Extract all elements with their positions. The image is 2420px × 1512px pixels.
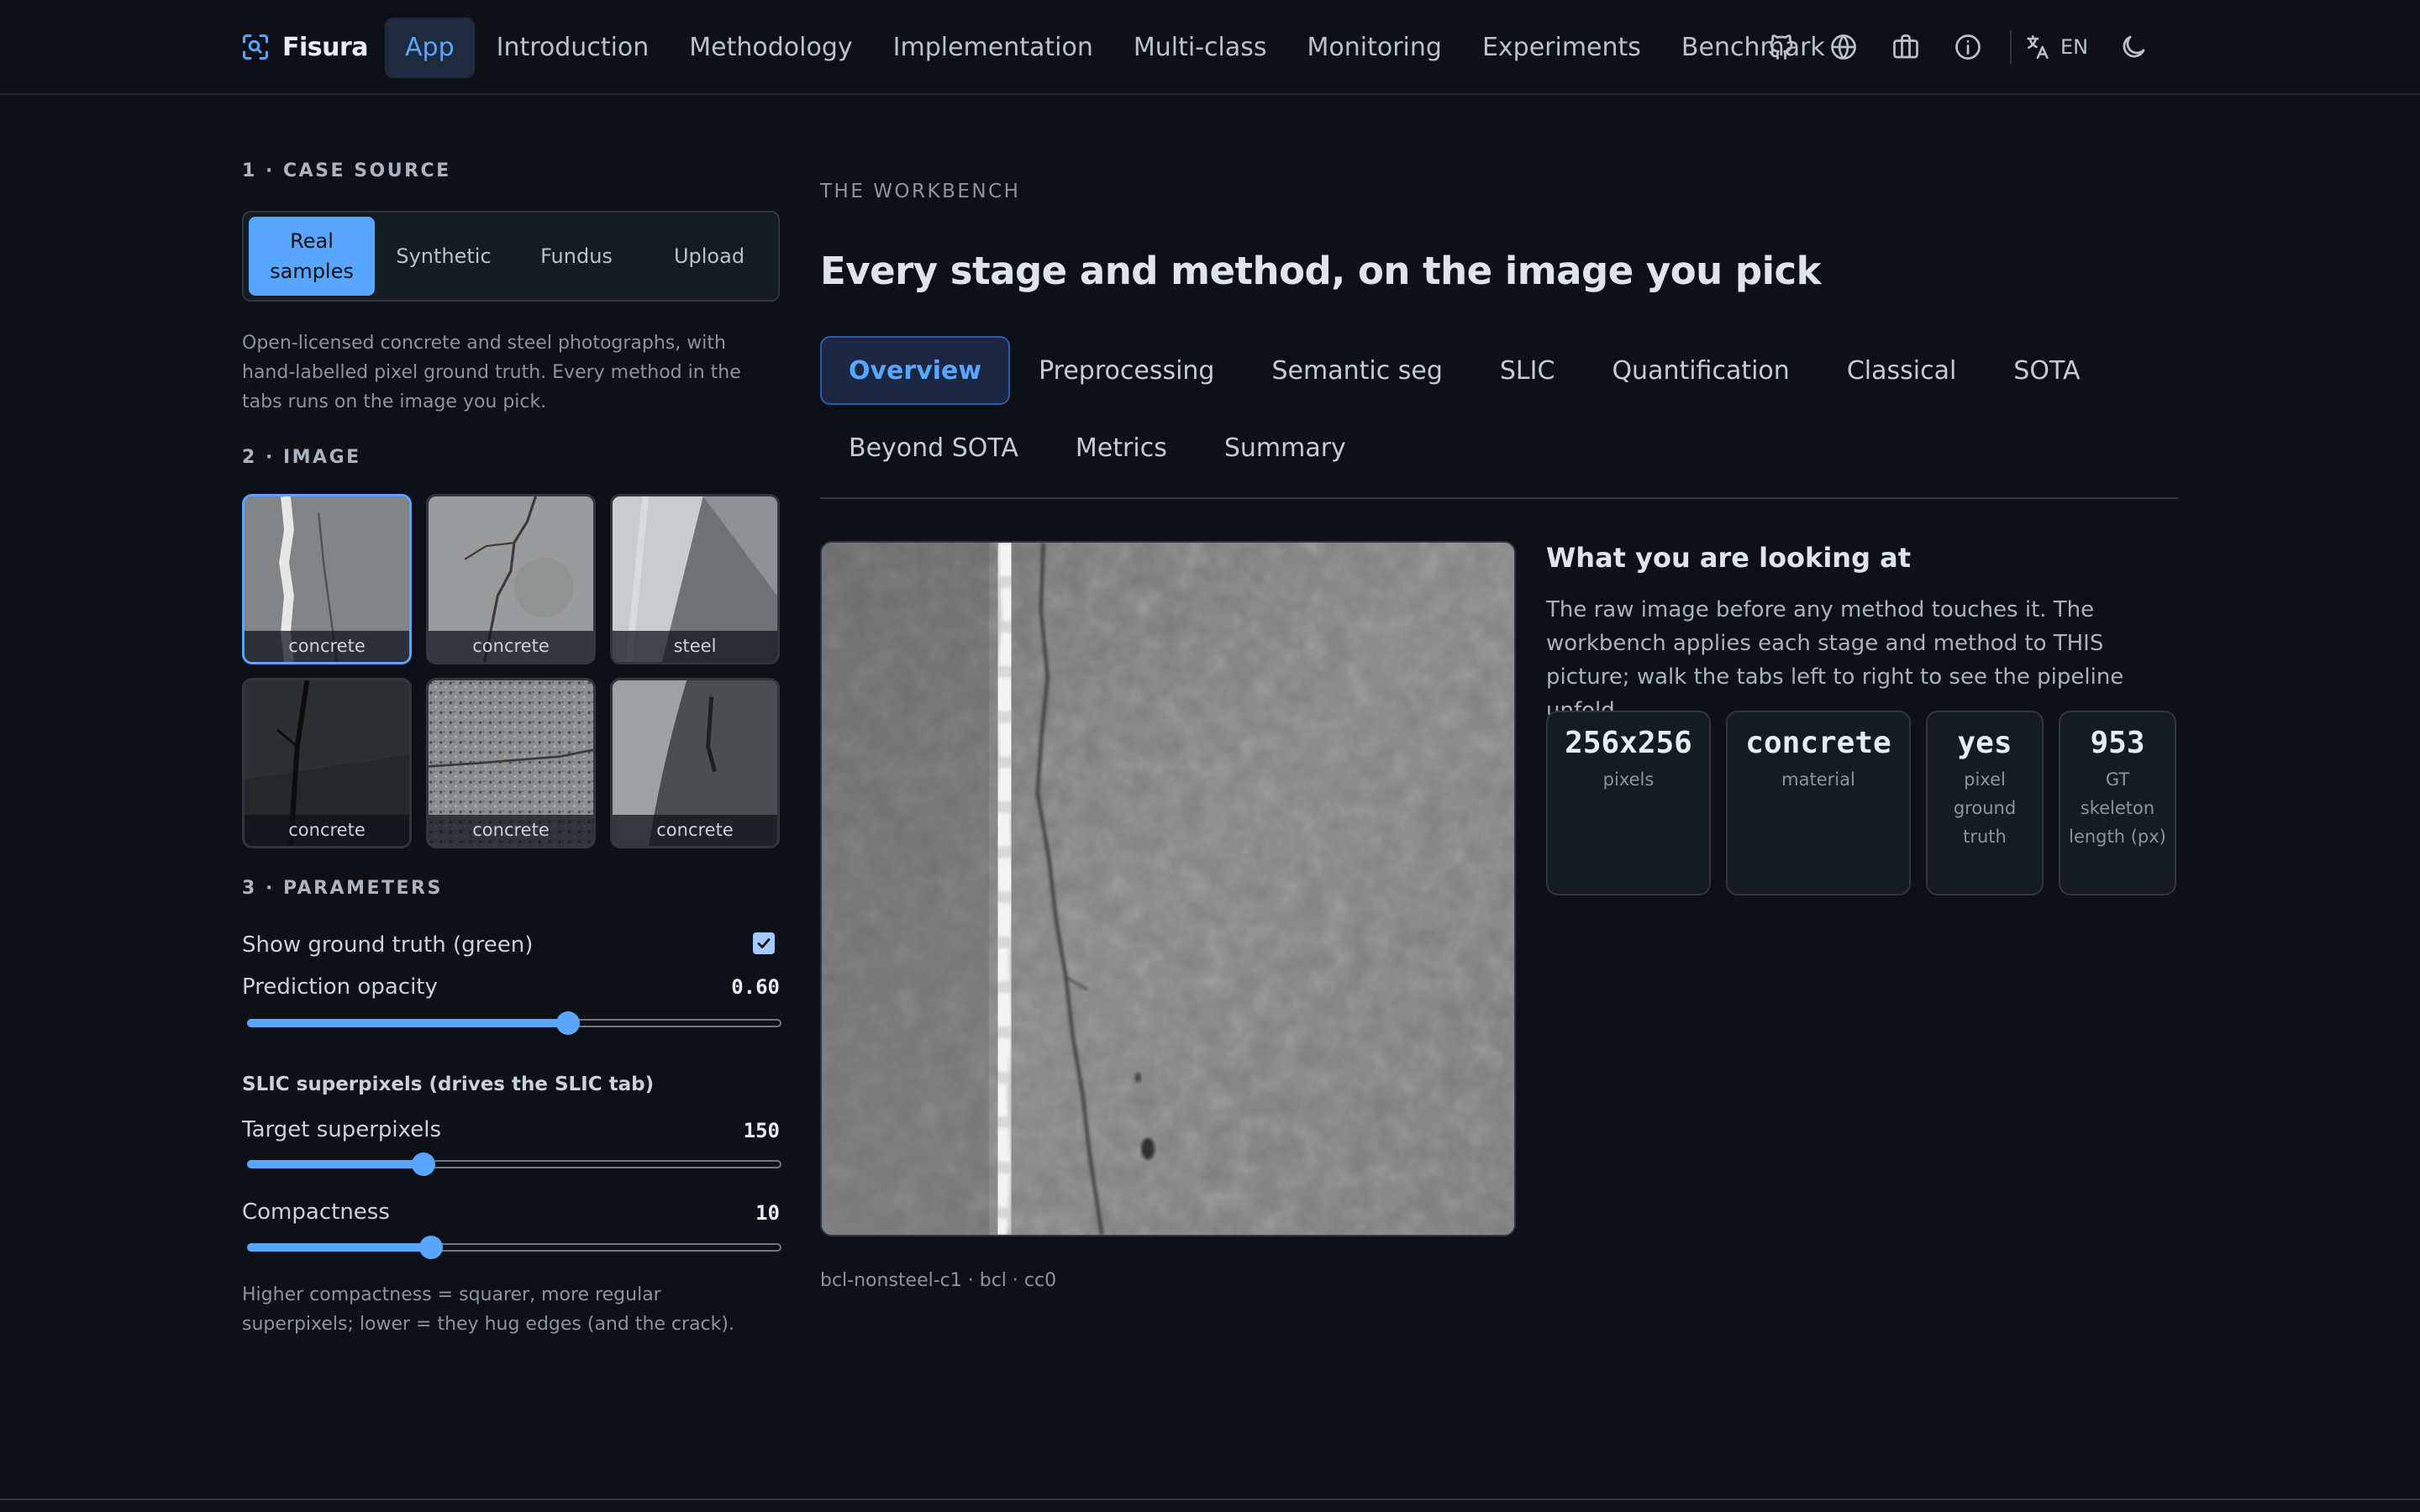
- stat-label: pixels: [1602, 769, 1655, 790]
- image-caption: bcl-nonsteel-c1 · bcl · cc0: [820, 1270, 1057, 1291]
- nav-implementation[interactable]: Implementation: [873, 18, 1113, 78]
- scan-icon: [243, 34, 268, 60]
- top-navbar: Fisura App Introduction Methodology Impl…: [0, 0, 2420, 95]
- nav-icon-group: EN: [1760, 25, 2174, 69]
- compactness-slider[interactable]: [247, 1235, 781, 1260]
- slic-section-title: SLIC superpixels (drives the SLIC tab): [242, 1074, 655, 1095]
- thumbnail-label: concrete: [429, 815, 593, 846]
- github-icon[interactable]: [1760, 25, 1803, 69]
- translate-icon: [2027, 34, 2049, 60]
- stat-card-ground-truth: yes pixel ground truth: [1926, 711, 2044, 895]
- case-source-real-samples[interactable]: Real samples: [249, 217, 375, 296]
- tab-summary[interactable]: Summary: [1196, 413, 1375, 482]
- thumbnail-label: concrete: [429, 631, 593, 662]
- info-description: The raw image before any method touches …: [1546, 597, 2124, 723]
- slider-handle[interactable]: [555, 1011, 580, 1035]
- nav-app[interactable]: App: [385, 18, 475, 78]
- method-tabs: Overview Preprocessing Semantic seg SLIC…: [820, 336, 2178, 491]
- case-source-description: Open-licensed concrete and steel photogr…: [242, 333, 741, 412]
- stat-card-skeleton-length: 953 GT skeleton length (px): [2059, 711, 2176, 895]
- tab-sota[interactable]: SOTA: [1985, 336, 2108, 405]
- stat-label: material: [1781, 769, 1855, 790]
- language-switcher[interactable]: EN: [2023, 33, 2088, 61]
- target-superpixels-label: Target superpixels: [242, 1117, 441, 1142]
- nav-monitoring[interactable]: Monitoring: [1287, 18, 1462, 78]
- crack-image: [822, 543, 1514, 1235]
- case-source-title: 1 · CASE SOURCE: [242, 160, 451, 181]
- nav-multi-class[interactable]: Multi-class: [1113, 18, 1287, 78]
- compactness-label: Compactness: [242, 1200, 390, 1225]
- stat-value: 953: [2090, 726, 2145, 760]
- tab-classical[interactable]: Classical: [1818, 336, 1985, 405]
- tab-overview[interactable]: Overview: [820, 336, 1011, 405]
- slider-fill: [247, 1243, 432, 1252]
- tab-slic[interactable]: SLIC: [1471, 336, 1584, 405]
- nav-introduction[interactable]: Introduction: [476, 18, 670, 78]
- image-stats: 256x256 pixels concrete material yes pix…: [1546, 711, 2176, 895]
- section-eyebrow: THE WORKBENCH: [820, 181, 1021, 202]
- image-thumbnail-grid: concrete concrete steel concrete concret…: [242, 494, 780, 848]
- thumbnail-concrete-3[interactable]: concrete: [242, 678, 412, 848]
- thumbnail-label: concrete: [245, 631, 409, 662]
- prediction-opacity-value: 0.60: [731, 975, 780, 999]
- show-ground-truth-label: Show ground truth (green): [242, 932, 534, 958]
- stat-card-material: concrete material: [1726, 711, 1911, 895]
- stat-card-pixels: 256x256 pixels: [1546, 711, 1711, 895]
- tab-beyond-sota[interactable]: Beyond SOTA: [820, 413, 1047, 482]
- moon-icon[interactable]: [2112, 25, 2155, 69]
- tab-preprocessing[interactable]: Preprocessing: [1010, 336, 1243, 405]
- parameters-title: 3 · PARAMETERS: [242, 878, 443, 899]
- footer-divider: [0, 1499, 2420, 1500]
- briefcase-icon[interactable]: [1884, 25, 1928, 69]
- slider-handle[interactable]: [411, 1152, 435, 1176]
- main-nav: App Introduction Methodology Implementat…: [385, 18, 1845, 78]
- info-icon[interactable]: [1946, 25, 1990, 69]
- nav-separator: [2010, 30, 2012, 64]
- slider-fill: [247, 1019, 568, 1027]
- thumbnail-label: concrete: [613, 815, 777, 846]
- thumbnail-concrete-1[interactable]: concrete: [242, 494, 412, 664]
- stat-value: concrete: [1745, 726, 1891, 760]
- page-title: Every stage and method, on the image you…: [820, 249, 1822, 293]
- target-superpixels-slider[interactable]: [247, 1152, 781, 1177]
- stat-label: pixel ground truth: [1953, 769, 2017, 847]
- globe-icon[interactable]: [1822, 25, 1865, 69]
- thumbnail-steel[interactable]: steel: [610, 494, 780, 664]
- compactness-value: 10: [755, 1201, 780, 1225]
- thumbnail-concrete-4[interactable]: concrete: [426, 678, 596, 848]
- case-source-upload[interactable]: Upload: [645, 217, 773, 296]
- target-superpixels-value: 150: [743, 1119, 780, 1142]
- prediction-opacity-label: Prediction opacity: [242, 974, 438, 1000]
- case-source-synthetic[interactable]: Synthetic: [380, 217, 508, 296]
- nav-methodology[interactable]: Methodology: [669, 18, 872, 78]
- stat-label: GT skeleton length (px): [2069, 769, 2166, 847]
- thumbnail-concrete-2[interactable]: concrete: [426, 494, 596, 664]
- info-title: What you are looking at: [1546, 542, 1911, 574]
- case-source-fundus[interactable]: Fundus: [513, 217, 640, 296]
- stat-value: yes: [1957, 726, 2012, 760]
- slider-handle[interactable]: [419, 1236, 444, 1259]
- checkmark-icon: [757, 938, 771, 948]
- tab-metrics[interactable]: Metrics: [1047, 413, 1196, 482]
- show-ground-truth-checkbox[interactable]: [753, 932, 775, 954]
- thumbnail-concrete-5[interactable]: concrete: [610, 678, 780, 848]
- language-label: EN: [2060, 35, 2089, 59]
- tabs-divider: [820, 497, 2178, 499]
- input-image-viewer: [820, 541, 1516, 1236]
- brand-name: Fisura: [282, 32, 369, 62]
- thumbnail-label: steel: [613, 631, 777, 662]
- nav-experiments[interactable]: Experiments: [1462, 18, 1661, 78]
- brand[interactable]: Fisura: [240, 29, 369, 66]
- prediction-opacity-slider[interactable]: [247, 1011, 781, 1036]
- compactness-hint: Higher compactness = squarer, more regul…: [242, 1284, 734, 1335]
- tab-quantification[interactable]: Quantification: [1583, 336, 1818, 405]
- thumbnail-label: concrete: [245, 815, 409, 846]
- case-source-selector: Real samples Synthetic Fundus Upload: [242, 211, 780, 302]
- image-section-title: 2 · IMAGE: [242, 447, 361, 468]
- stat-value: 256x256: [1565, 726, 1692, 760]
- tab-semantic-seg[interactable]: Semantic seg: [1243, 336, 1470, 405]
- slider-fill: [247, 1160, 424, 1168]
